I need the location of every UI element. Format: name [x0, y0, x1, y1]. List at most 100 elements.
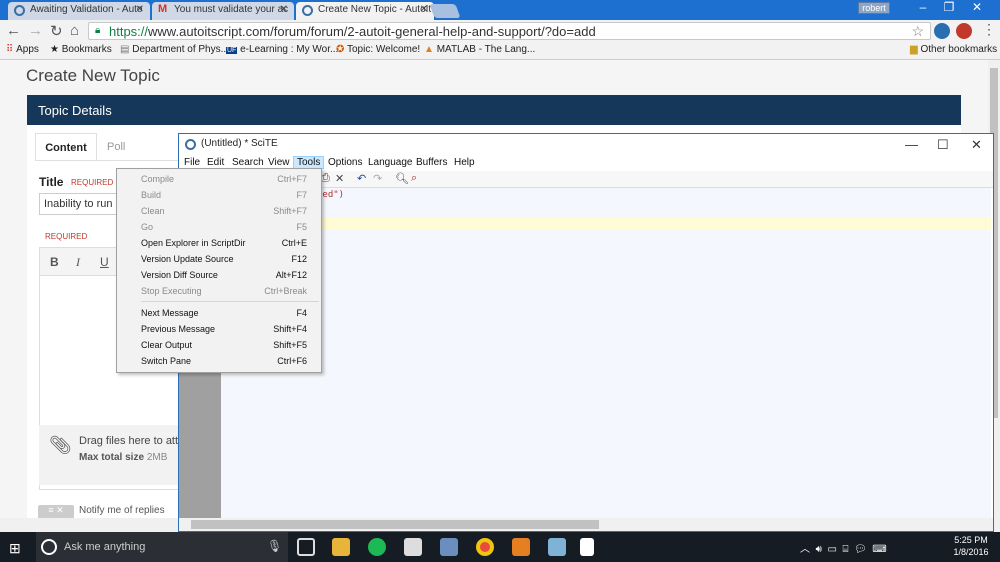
- menu-view[interactable]: View: [265, 157, 293, 168]
- close-tab-icon[interactable]: ✕: [420, 4, 428, 15]
- windows-start-icon[interactable]: ⊞: [9, 540, 21, 557]
- maximize-icon[interactable]: ☐: [937, 137, 949, 153]
- undo-icon[interactable]: ↶: [357, 172, 366, 185]
- tools-menu-item[interactable]: Version Diff Source Alt+F12: [117, 268, 321, 284]
- system-tray[interactable]: ︿ 🔊︎ ▭ ⌸ 💬︎ ⌨: [800, 540, 887, 555]
- bookmark-topic-welcome[interactable]: ✪ Topic: Welcome!: [336, 44, 420, 55]
- chrome-icon[interactable]: [476, 538, 494, 556]
- tools-menu-dropdown: Compile Ctrl+F7 Build F7 Clean Shift+F7 Go F5 Op…: [116, 168, 322, 373]
- code-editor[interactable]: ted"): [221, 188, 991, 518]
- new-tab-button[interactable]: [429, 4, 461, 18]
- bookmark-elearning[interactable]: UF e-Learning : My Wor...: [226, 44, 338, 55]
- microphone-icon[interactable]: 🎙︎: [267, 539, 282, 553]
- tab-title: You must validate your ac: [174, 4, 289, 15]
- file-drop-zone[interactable]: 📎︎ Drag files here to att Max total size…: [39, 425, 179, 485]
- close-tab-icon[interactable]: ✕: [136, 4, 144, 15]
- home-icon[interactable]: ⌂: [70, 22, 79, 39]
- store-icon[interactable]: [404, 538, 422, 556]
- chrome-menu-icon[interactable]: ⋮: [982, 21, 996, 38]
- scrollbar-thumb[interactable]: [191, 520, 599, 529]
- reload-icon[interactable]: ↻: [50, 22, 63, 40]
- menu-buffers[interactable]: Buffers: [413, 157, 451, 168]
- required-badge: REQUIRED: [45, 232, 88, 241]
- bookmark-apps[interactable]: ⠿ Apps: [6, 44, 39, 55]
- browser-tab-active[interactable]: Create New Topic - AutoIt ✕: [296, 2, 434, 20]
- other-bookmarks[interactable]: ▆ Other bookmarks: [910, 44, 997, 55]
- horizontal-scrollbar[interactable]: [179, 518, 993, 531]
- task-view-icon[interactable]: [297, 538, 315, 556]
- forward-arrow-icon[interactable]: →: [28, 22, 43, 39]
- close-icon[interactable]: ✕: [971, 137, 982, 153]
- bold-button[interactable]: B: [50, 255, 59, 269]
- replace-icon[interactable]: ⌕: [411, 172, 417, 185]
- menu-item-label: Stop Executing: [141, 286, 202, 296]
- menu-options[interactable]: Options: [325, 157, 365, 168]
- tools-menu-item[interactable]: Switch Pane Ctrl+F6: [117, 354, 321, 370]
- redo-icon[interactable]: ↷: [373, 172, 382, 185]
- cortana-search-box[interactable]: Ask me anything 🎙︎: [36, 532, 288, 562]
- extension-icon[interactable]: [956, 23, 972, 39]
- menu-item-label: Compile: [141, 174, 175, 184]
- spotify-icon[interactable]: [368, 538, 386, 556]
- scite-taskbar-icon[interactable]: [580, 538, 594, 556]
- url-text[interactable]: https://www.autoitscript.com/forum/forum…: [109, 24, 596, 39]
- taskbar-clock[interactable]: 5:25 PM 1/8/2016: [952, 535, 990, 557]
- tools-menu-item[interactable]: Version Update Source F12: [117, 252, 321, 268]
- print-icon[interactable]: ⎙: [321, 172, 330, 185]
- profile-badge[interactable]: robert: [858, 2, 890, 14]
- menu-search[interactable]: Search: [229, 157, 267, 168]
- menu-file[interactable]: File: [181, 157, 203, 168]
- extension-icon[interactable]: [934, 23, 950, 39]
- tools-menu-item[interactable]: Go F5: [117, 220, 321, 236]
- browser-tab[interactable]: M You must validate your ac ✕: [152, 2, 294, 20]
- notify-toggle[interactable]: ≡ ✕: [38, 505, 74, 518]
- underline-button[interactable]: U: [100, 255, 109, 269]
- menu-item-label: Go: [141, 222, 154, 232]
- drag-files-text: Drag files here to att: [79, 435, 179, 447]
- menu-item-shortcut: Shift+F4: [273, 324, 307, 334]
- close-window-icon[interactable]: ✕: [962, 0, 992, 18]
- bookmark-department[interactable]: ▤ Department of Phys...: [120, 44, 229, 55]
- menu-language[interactable]: Language: [365, 157, 416, 168]
- network-icon: ⌸: [842, 544, 849, 555]
- bookmark-matlab[interactable]: ▲ MATLAB - The Lang...: [424, 44, 535, 55]
- tools-menu-item[interactable]: Open Explorer in ScriptDir Ctrl+E: [117, 236, 321, 252]
- tools-menu-item[interactable]: Clean Shift+F7: [117, 204, 321, 220]
- find-icon[interactable]: 🔍︎: [395, 172, 409, 185]
- tools-menu-item[interactable]: Next Message F4: [117, 306, 321, 322]
- title-label: Title: [39, 175, 64, 189]
- italic-button[interactable]: I: [76, 255, 80, 270]
- tab-content[interactable]: Content: [35, 133, 97, 161]
- volume-icon: 🔊︎: [815, 544, 822, 555]
- file-explorer-icon[interactable]: [332, 538, 350, 556]
- tools-menu-item[interactable]: Stop Executing Ctrl+Break: [117, 284, 321, 300]
- menu-separator: [141, 301, 319, 302]
- scite-app-icon: [185, 139, 196, 150]
- page-title: Create New Topic: [26, 66, 160, 85]
- menu-edit[interactable]: Edit: [204, 157, 227, 168]
- menu-item-label: Open Explorer in ScriptDir: [141, 238, 246, 248]
- chevron-up-icon: ︿: [800, 544, 810, 555]
- tools-menu-item[interactable]: Previous Message Shift+F4: [117, 322, 321, 338]
- close-file-icon[interactable]: ✕: [335, 172, 344, 185]
- close-tab-icon[interactable]: ✕: [280, 4, 288, 15]
- autoit-favicon-icon: [302, 5, 313, 16]
- minimize-icon[interactable]: —: [905, 137, 918, 152]
- bookmark-bookmarks[interactable]: ★ Bookmarks: [50, 44, 112, 55]
- gmail-favicon-icon: M: [158, 3, 168, 15]
- autoit-icon[interactable]: [440, 538, 458, 556]
- bookmark-star-icon[interactable]: ☆: [911, 23, 924, 40]
- menu-help[interactable]: Help: [451, 157, 478, 168]
- notepad-icon[interactable]: [548, 538, 566, 556]
- scite-titlebar[interactable]: (Untitled) * SciTE — ☐ ✕: [179, 134, 993, 156]
- tools-menu-item[interactable]: Compile Ctrl+F7: [117, 172, 321, 188]
- menu-item-shortcut: Alt+F12: [275, 270, 307, 280]
- browser-tab[interactable]: Awaiting Validation - Auto ✕: [8, 2, 150, 20]
- matlab-icon[interactable]: [512, 538, 530, 556]
- tab-poll[interactable]: Poll: [107, 141, 125, 153]
- back-arrow-icon[interactable]: ←: [6, 22, 21, 39]
- restore-icon[interactable]: ❐: [934, 0, 964, 18]
- tools-menu-item[interactable]: Clear Output Shift+F5: [117, 338, 321, 354]
- tools-menu-item[interactable]: Build F7: [117, 188, 321, 204]
- address-bar[interactable]: 🔒︎ https://www.autoitscript.com/forum/fo…: [88, 22, 931, 40]
